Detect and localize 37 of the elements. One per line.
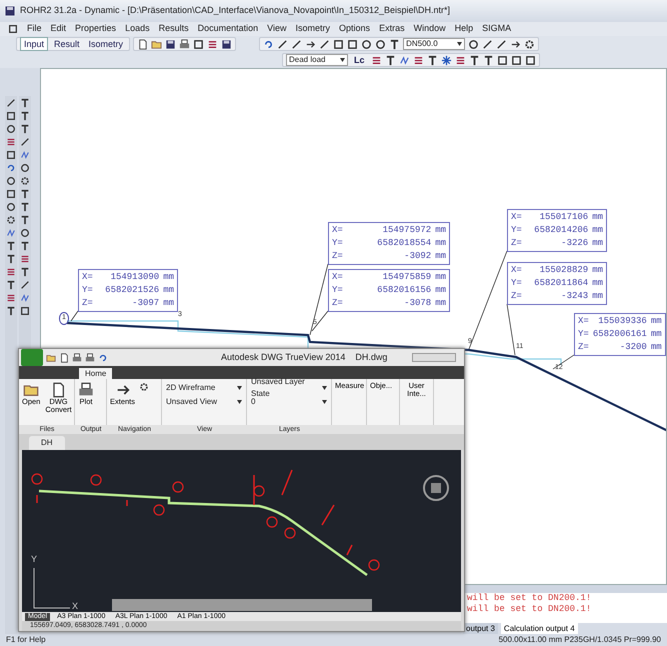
menu-item[interactable]: Help bbox=[454, 22, 474, 36]
menu-item[interactable]: Window bbox=[414, 22, 446, 36]
coordinate-label: X= 154975859 mm Y= 6582016156 mm Z= -3078 mm bbox=[328, 269, 450, 312]
diameter-dropdown[interactable]: DN500.0 bbox=[403, 38, 466, 50]
mode-tab[interactable]: Result bbox=[51, 38, 83, 50]
axis-label: Y bbox=[31, 553, 38, 566]
ribbon-tab[interactable]: Home bbox=[79, 368, 112, 379]
menu-item[interactable]: Documentation bbox=[198, 22, 258, 36]
window-title: Autodesk DWG TrueView 2014 DH.dwg bbox=[221, 350, 388, 364]
coordinate-label: X= 155028829 mm Y= 6582011864 mm Z= -3243 mm bbox=[507, 262, 607, 305]
menu-item[interactable]: Loads bbox=[125, 22, 150, 36]
document-tab[interactable]: DH bbox=[29, 436, 65, 450]
menu-item[interactable]: Extras bbox=[379, 22, 405, 36]
menu-item[interactable]: Edit bbox=[50, 22, 66, 36]
mode-tab[interactable]: Input bbox=[20, 37, 48, 51]
output-line: will be set to DN200.1! bbox=[467, 604, 592, 615]
load-case-dropdown[interactable]: Dead load bbox=[286, 54, 348, 66]
coordinate-label: X= 154913090 mm Y= 6582021526 mm Z= -3097 mm bbox=[78, 269, 178, 312]
menu-item[interactable]: Properties bbox=[75, 22, 116, 36]
load-case-button[interactable]: Lc bbox=[351, 54, 368, 66]
output-tab[interactable]: output 3 bbox=[463, 623, 498, 634]
menu-item[interactable]: Results bbox=[158, 22, 189, 36]
window-title: ROHR2 31.2a - Dynamic - [D:\Präsentation\CAD_Interface\Vianova_Novapoint\In_150312_Beispiel\DH.ntr*] bbox=[20, 4, 450, 18]
coordinate-label: X= 155039336 mm Y= 6582006161 mm Z= -3200 mm bbox=[574, 313, 666, 356]
menu-item[interactable]: View bbox=[267, 22, 287, 36]
menu-item[interactable]: Isometry bbox=[296, 22, 330, 36]
coordinate-label: X= 154975972 mm Y= 6582018554 mm Z= -3092 mm bbox=[328, 222, 450, 265]
axis-label: X bbox=[72, 600, 78, 612]
menu-item[interactable]: Options bbox=[339, 22, 370, 36]
output-tab[interactable]: Calculation output 4 bbox=[500, 623, 578, 634]
mode-tab[interactable]: Isometry bbox=[86, 38, 126, 50]
help-text: F1 for Help bbox=[6, 634, 46, 646]
menu-item[interactable]: SIGMA bbox=[482, 22, 512, 36]
status-info: 500.00x11.00 mm P235GH/1.0345 Pr=999.90 bbox=[498, 634, 661, 646]
output-line: will be set to DN200.1! bbox=[467, 593, 592, 604]
coordinate-label: X= 155017106 mm Y= 6582014206 mm Z= -3226 mm bbox=[507, 209, 607, 252]
menu-item[interactable]: File bbox=[27, 22, 42, 36]
